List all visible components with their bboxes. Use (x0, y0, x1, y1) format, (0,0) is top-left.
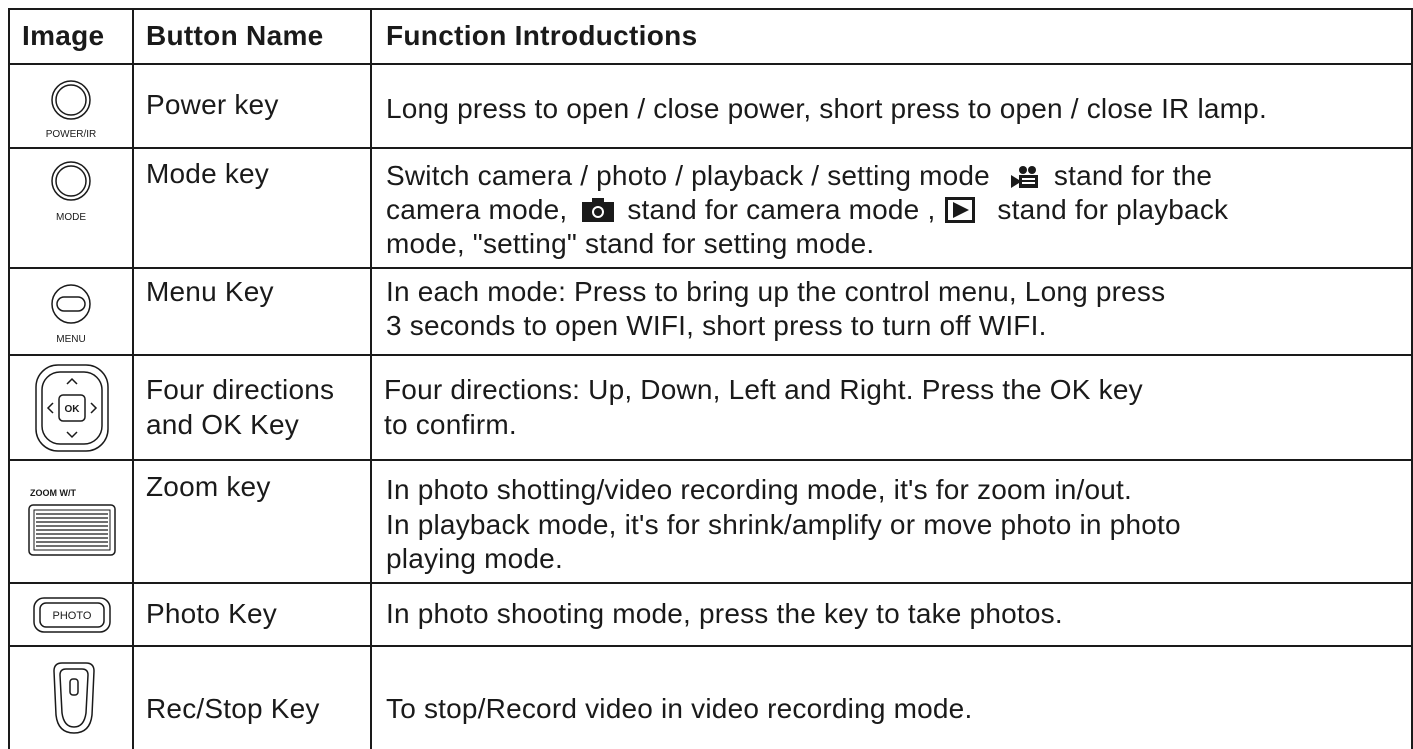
power-key-function: Long press to open / close power, short … (386, 93, 1267, 124)
table-border (8, 63, 1413, 65)
mode-button-icon: MODE (10, 149, 132, 267)
menu-key-function-line2: 3 seconds to open WIFI, short press to t… (386, 310, 1047, 341)
table-border (132, 8, 134, 749)
table-border (8, 459, 1413, 461)
table-border (8, 147, 1413, 149)
rec-stop-key-function: To stop/Record video in video recording … (386, 693, 973, 724)
table-border (8, 582, 1413, 584)
play-icon (945, 197, 976, 231)
mode-key-function-line1: Switch camera / photo / playback / setti… (386, 159, 1212, 197)
mode-function-text-3: camera mode, (386, 194, 568, 225)
mode-key-function-line3: mode, "setting" stand for setting mode. (386, 228, 875, 259)
photo-key-name: Photo Key (146, 598, 277, 629)
power-icon-label: POWER/IR (46, 129, 97, 140)
table-border (370, 8, 372, 749)
mode-key-name: Mode key (146, 158, 269, 189)
table-border (8, 8, 1413, 10)
photo-key-function: In photo shooting mode, press the key to… (386, 598, 1063, 629)
rec-stop-key-name: Rec/Stop Key (146, 693, 320, 724)
zoom-rocker-icon: ZOOM W/T (10, 461, 132, 582)
header-function: Function Introductions (386, 20, 698, 51)
mode-function-text-2: stand for the (1053, 160, 1213, 191)
mode-function-text-4: stand for camera mode , (627, 194, 936, 225)
menu-button-icon: MENU (10, 269, 132, 354)
mode-function-text-5: stand for playback (997, 194, 1229, 225)
zoom-icon-label: ZOOM W/T (30, 488, 76, 498)
zoom-key-function-line3: playing mode. (386, 543, 563, 574)
mode-icon-label: MODE (56, 212, 86, 223)
zoom-key-function-line1: In photo shotting/video recording mode, … (386, 474, 1132, 505)
dpad-key-name-line2: and OK Key (146, 409, 299, 440)
photo-icon-label: PHOTO (53, 610, 92, 622)
mode-function-text-1: Switch camera / photo / playback / setti… (386, 160, 990, 191)
rec-stop-button-icon (10, 647, 132, 749)
power-key-name: Power key (146, 89, 279, 120)
menu-icon-label: MENU (56, 334, 85, 345)
dpad-key-name-line1: Four directions (146, 374, 335, 405)
zoom-key-function-line2: In playback mode, it's for shrink/amplif… (386, 509, 1181, 540)
ok-icon-label: OK (65, 404, 81, 415)
table-border (8, 645, 1413, 647)
photo-button-icon: PHOTO (10, 584, 132, 645)
video-camera-icon (1010, 163, 1040, 197)
power-button-icon: POWER/IR (10, 65, 132, 147)
table-border (8, 267, 1413, 269)
button-function-table: Image Button Name Function Introductions… (0, 0, 1413, 749)
dpad-ok-icon: OK (10, 356, 132, 459)
zoom-key-name: Zoom key (146, 471, 271, 502)
menu-key-function-line1: In each mode: Press to bring up the cont… (386, 276, 1166, 307)
table-border (8, 354, 1413, 356)
dpad-key-function-line2: to confirm. (384, 409, 517, 440)
header-image: Image (22, 20, 105, 51)
dpad-key-function-line1: Four directions: Up, Down, Left and Righ… (384, 374, 1143, 405)
header-button-name: Button Name (146, 20, 324, 51)
menu-key-name: Menu Key (146, 276, 274, 307)
photo-camera-icon (581, 197, 615, 231)
mode-key-function-line2: camera mode, stand for camera mode , sta… (386, 193, 1228, 231)
